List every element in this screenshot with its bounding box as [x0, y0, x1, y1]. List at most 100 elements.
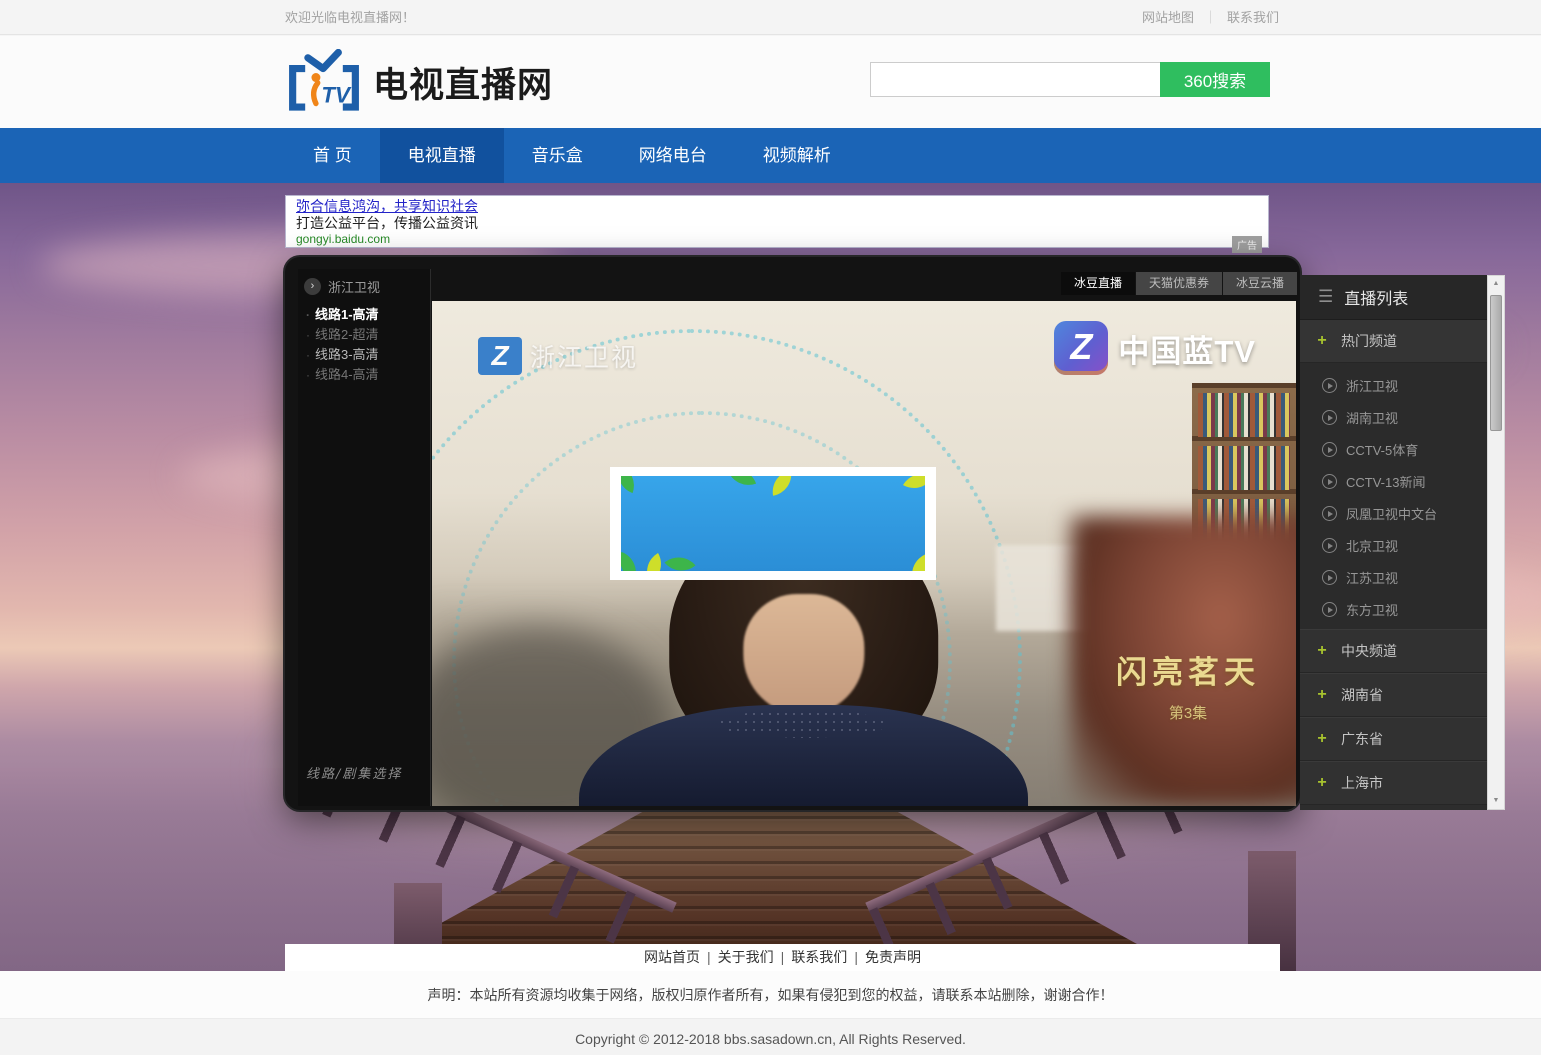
- section-hot-channels[interactable]: + 热门频道: [1300, 320, 1487, 363]
- face-shape: [743, 594, 864, 715]
- sitemap-link[interactable]: 网站地图: [1142, 0, 1194, 35]
- current-channel-title: 浙江卫视: [328, 277, 380, 296]
- plus-icon: +: [1316, 730, 1328, 748]
- footer-link-about[interactable]: 关于我们: [714, 949, 778, 965]
- beaded-collar: [718, 710, 889, 738]
- channel-item-dongfang[interactable]: 东方卫视: [1300, 593, 1487, 625]
- video-overlay-ad[interactable]: [610, 467, 936, 580]
- channel-item-jiangsu[interactable]: 江苏卫视: [1300, 561, 1487, 593]
- site-title: 电视直播网: [373, 57, 553, 108]
- live-list-header: ☰ 直播列表: [1300, 275, 1487, 320]
- play-icon: [1322, 378, 1337, 393]
- video-frame[interactable]: Z 浙江卫视 Z 中国蓝TV 闪亮茗天 第3集: [432, 301, 1296, 806]
- live-list-sidebar: ☰ 直播列表 + 热门频道 浙江卫视 湖南卫视 CCTV-5体育 CCTV-13…: [1300, 275, 1487, 810]
- contact-link[interactable]: 联系我们: [1227, 0, 1279, 35]
- channel-item-zhejiang[interactable]: 浙江卫视: [1300, 369, 1487, 401]
- line-list: ·线路1-高清 ·线路2-超清 ·线路3-高清 ·线路4-高清: [298, 305, 430, 385]
- topbar-divider: ｜: [1204, 0, 1217, 35]
- bullet-icon: ·: [306, 345, 310, 365]
- channel-item-hunan[interactable]: 湖南卫视: [1300, 401, 1487, 433]
- channel-item-beijing[interactable]: 北京卫视: [1300, 529, 1487, 561]
- leaf-icon: [906, 554, 925, 571]
- play-icon: [1322, 602, 1337, 617]
- nav-item-video-parse[interactable]: 视频解析: [735, 128, 859, 183]
- channel-panel-header[interactable]: › 浙江卫视: [298, 269, 430, 302]
- play-icon: [1322, 410, 1337, 425]
- plus-icon: +: [1316, 774, 1328, 792]
- footer-divider: |: [851, 949, 861, 965]
- footer-divider: |: [778, 949, 788, 965]
- search-box: 360搜索: [870, 62, 1270, 97]
- channel-item-phoenix[interactable]: 凤凰卫视中文台: [1300, 497, 1487, 529]
- search-button[interactable]: 360搜索: [1160, 62, 1270, 97]
- program-caption: 闪亮茗天 第3集: [1116, 647, 1260, 723]
- china-blue-tv-logo-text: 中国蓝TV: [1118, 326, 1256, 371]
- scroll-up-icon[interactable]: ▲: [1488, 276, 1504, 292]
- program-title: 闪亮茗天: [1116, 647, 1260, 692]
- leaf-icon: [665, 549, 696, 571]
- china-blue-tv-logo: Z 中国蓝TV: [1054, 321, 1256, 375]
- ad-url: gongyi.baidu.com: [296, 232, 1258, 247]
- footer-link-home[interactable]: 网站首页: [640, 949, 704, 965]
- tab-bingdou-live[interactable]: 冰豆直播: [1061, 272, 1135, 295]
- hot-channel-list: 浙江卫视 湖南卫视 CCTV-5体育 CCTV-13新闻 凤凰卫视中文台 北京卫…: [1300, 363, 1487, 629]
- channel-item-cctv13[interactable]: CCTV-13新闻: [1300, 465, 1487, 497]
- search-input[interactable]: [870, 62, 1160, 97]
- leaf-icon: [769, 476, 794, 496]
- chevron-right-icon: ›: [304, 278, 321, 295]
- section-central-channels[interactable]: + 中央频道: [1300, 629, 1487, 673]
- tv-logo-icon: TV: [281, 49, 367, 115]
- section-hunan-province[interactable]: + 湖南省: [1300, 673, 1487, 717]
- zhejiang-tv-logo-icon: Z: [478, 337, 522, 375]
- line-episode-selector-note: 线路/剧集选择: [306, 763, 402, 782]
- scroll-down-icon[interactable]: ▼: [1488, 793, 1504, 809]
- ad-banner[interactable]: 弥合信息鸿沟，共享知识社会 打造公益平台，传播公益资讯 gongyi.baidu…: [285, 195, 1269, 248]
- welcome-text: 欢迎光临电视直播网！: [285, 0, 415, 35]
- bullet-icon: ·: [306, 325, 310, 345]
- line-item-2[interactable]: ·线路2-超清: [298, 325, 430, 345]
- footer-divider: |: [704, 949, 714, 965]
- nav-item-music-box[interactable]: 音乐盒: [504, 128, 611, 183]
- zhejiang-tv-watermark: Z 浙江卫视: [478, 337, 638, 375]
- ad-badge: 广告: [1232, 236, 1262, 253]
- tab-tmall-coupon[interactable]: 天猫优惠券: [1136, 272, 1222, 295]
- ad-subline: 打造公益平台，传播公益资讯: [296, 215, 1258, 232]
- tab-bingdou-cloud[interactable]: 冰豆云播: [1223, 272, 1297, 295]
- ad-headline-link[interactable]: 弥合信息鸿沟，共享知识社会: [296, 198, 1258, 215]
- site-logo[interactable]: TV 电视直播网: [281, 49, 553, 115]
- disclaimer-text: 声明：本站所有资源均收集于网络，版权归原作者所有，如果有侵犯到您的权益，请联系本…: [0, 971, 1541, 1019]
- player-tabs: 冰豆直播 天猫优惠券 冰豆云播: [1061, 272, 1297, 295]
- section-guangdong-province[interactable]: + 广东省: [1300, 717, 1487, 761]
- china-blue-tv-logo-icon: Z: [1054, 321, 1108, 375]
- actress-figure: [579, 554, 1028, 807]
- page-bottom: 声明：本站所有资源均收集于网络，版权归原作者所有，如果有侵犯到您的权益，请联系本…: [0, 971, 1541, 1055]
- footer-link-contact[interactable]: 联系我们: [787, 949, 851, 965]
- main-nav: 首 页 电视直播 音乐盒 网络电台 视频解析: [0, 128, 1541, 183]
- play-icon: [1322, 506, 1337, 521]
- topbar: 欢迎光临电视直播网！ 网站地图 ｜ 联系我们: [0, 0, 1541, 35]
- line-item-1[interactable]: ·线路1-高清: [298, 305, 430, 325]
- leaf-icon: [903, 476, 925, 496]
- footer-link-disclaimer[interactable]: 免责声明: [861, 949, 925, 965]
- sidebar-scrollbar[interactable]: ▲ ▼: [1487, 275, 1505, 810]
- site-header: TV 电视直播网 360搜索: [0, 36, 1541, 128]
- play-icon: [1322, 538, 1337, 553]
- scrollbar-thumb[interactable]: [1490, 295, 1502, 431]
- channel-item-cctv5[interactable]: CCTV-5体育: [1300, 433, 1487, 465]
- line-item-4[interactable]: ·线路4-高清: [298, 365, 430, 385]
- nav-item-tv-live[interactable]: 电视直播: [380, 128, 504, 183]
- line-item-3[interactable]: ·线路3-高清: [298, 345, 430, 365]
- leaf-icon: [621, 552, 642, 571]
- overlay-ad-graphic: [621, 476, 925, 571]
- footer-link-bar: 网站首页|关于我们|联系我们|免责声明: [285, 944, 1280, 971]
- bullet-icon: ·: [306, 305, 310, 325]
- play-icon: [1322, 570, 1337, 585]
- nav-item-home[interactable]: 首 页: [285, 128, 380, 183]
- logo-tv-text: TV: [321, 83, 352, 108]
- page: 欢迎光临电视直播网！ 网站地图 ｜ 联系我们 TV 电视直播网 360搜索: [0, 0, 1541, 1055]
- zhejiang-tv-watermark-text: 浙江卫视: [530, 338, 638, 374]
- nav-item-web-radio[interactable]: 网络电台: [611, 128, 735, 183]
- play-icon: [1322, 442, 1337, 457]
- section-shanghai[interactable]: + 上海市: [1300, 761, 1487, 805]
- plus-icon: +: [1316, 686, 1328, 704]
